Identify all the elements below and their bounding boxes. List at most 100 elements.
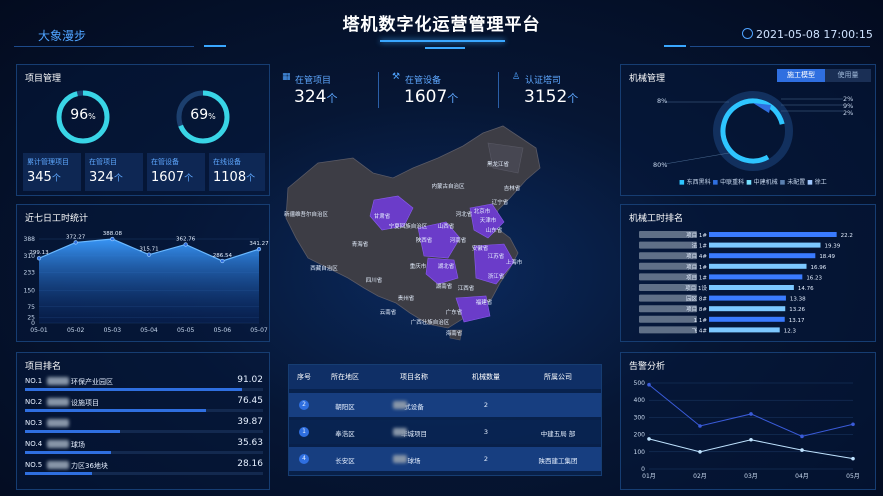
x-tick-label: 02月 [693, 473, 707, 480]
top-stat-operators: ♙ 认证塔司 3152个 [512, 70, 604, 114]
rank-item[interactable]: NO.1 环保产业园区 91.02 [25, 375, 263, 395]
bar [709, 327, 780, 333]
y-tick-label: 233 [24, 270, 36, 277]
bar [709, 285, 794, 290]
blurred-cell [393, 455, 407, 463]
y-tick-label: 400 [634, 397, 646, 404]
work-hours-title: 近七日工时统计 [25, 214, 89, 224]
province-label: 江苏省 [488, 252, 505, 260]
x-tick-label: 05-02 [67, 327, 85, 334]
bar [709, 274, 803, 280]
value-label: 13.17 [789, 318, 805, 324]
rank-item[interactable]: NO.3 39.87 [25, 417, 263, 437]
y-tick-label: 0 [641, 466, 645, 473]
rank-item[interactable]: NO.5 力区36地块 28.16 [25, 459, 263, 479]
blurred-label [639, 315, 697, 323]
stat-unit: 个 [113, 174, 123, 184]
stat-unit: 个 [184, 174, 194, 184]
blurred-cell [393, 401, 407, 409]
blurred-name [47, 440, 69, 448]
project-table: 序号 所在地区 项目名称 机械数量 所属公司 2 朝阳区 式设备 2 1 奉浩区 华城项目 3 中建五局… [288, 364, 602, 476]
rank-bar-fill [25, 430, 121, 433]
rank-value: 39.87 [237, 417, 263, 427]
stat-online-devices: 在线设备 1108个 [209, 153, 265, 191]
x-tick-label: 03月 [744, 473, 758, 480]
alarm-panel: 告警分析 0 100 200 300 400 500 01月 02月 03月 04月 05月 [620, 352, 876, 490]
ring1-value: 96 [70, 107, 89, 123]
province-label: 新疆维吾尔自治区 [284, 210, 329, 218]
legend-item: 徐工 [814, 179, 827, 186]
grid-icon: ▦ [282, 72, 291, 82]
ring2-value: 69 [190, 107, 209, 123]
blurred-name [47, 377, 69, 385]
data-point [647, 382, 651, 387]
table-cell: 球场 [407, 457, 421, 465]
project-mgmt-panel: 项目管理 96% 69% 累计管理项目 345个 在管项目 324个 在管设备 … [16, 64, 270, 196]
rank-no: NO.5 [25, 461, 43, 469]
rank-name: 环保产业园区 [71, 378, 113, 386]
province-label: 黑龙江省 [487, 160, 510, 168]
top-stat-label: 在管设备 [405, 76, 442, 86]
x-tick-label: 05-01 [30, 327, 48, 334]
category-label: 飞 4# [692, 327, 708, 334]
top-stat-value: 1607 [404, 87, 448, 107]
province-label: 天津市 [480, 216, 497, 224]
y-tick-label: 500 [634, 380, 646, 387]
province-label: 山西省 [438, 222, 455, 230]
rank-value: 35.63 [237, 438, 263, 448]
series-line [648, 438, 854, 460]
y-tick-label: 200 [634, 432, 646, 439]
rank-item[interactable]: NO.4 球场 35.63 [25, 438, 263, 458]
rank-value: 76.45 [237, 396, 263, 406]
rank-no: NO.1 [25, 377, 43, 385]
tab-usage[interactable]: 使用量 [825, 69, 871, 82]
rank-name: 设施项目 [71, 399, 99, 407]
rank-bar-fill [25, 451, 111, 454]
stat-label: 累计管理项目 [27, 158, 69, 166]
top-stat-label: 认证塔司 [525, 76, 562, 86]
machine-hours-title: 机械工时排名 [629, 214, 684, 224]
series-line [648, 384, 854, 437]
x-tick-label: 04月 [795, 473, 809, 480]
y-tick-label: 150 [24, 288, 36, 295]
stat-divider [378, 72, 379, 108]
china-map: 新疆维吾尔自治区西藏自治区 青海省 甘肃省四川省云南省 内蒙古自治区 黑龙江省吉林省辽宁… [284, 125, 541, 341]
table-row[interactable]: 4 长安区 球场 2 陕西建工集团 [289, 447, 601, 471]
top-stat-value: 324 [294, 87, 327, 107]
data-label: 286.54 [213, 253, 233, 259]
province-label: 北京市 [474, 207, 491, 215]
province-label: 浙江省 [488, 272, 505, 280]
top-stats: ▦ 在管项目 324个 ⚒ 在管设备 1607个 ♙ 认证塔司 3152个 [282, 70, 604, 114]
ring1-value-wrap: 96% [55, 107, 111, 123]
rank-name: 力区36地块 [71, 462, 108, 470]
bar [709, 306, 786, 312]
tab-construction-model[interactable]: 施工模型 [777, 69, 825, 82]
alarm-chart: 0 100 200 300 400 500 01月 02月 03月 04月 05月 [634, 380, 860, 480]
data-label: 341.27 [249, 241, 269, 247]
category-label: 项目 1# [686, 232, 707, 239]
legend-item: 东西黑科 [686, 179, 711, 186]
ring1-unit: % [88, 112, 96, 121]
province-label: 福建省 [476, 298, 493, 306]
value-label: 14.76 [798, 286, 814, 292]
table-row[interactable]: 1 奉浩区 华城项目 3 中建五局 部 [289, 420, 601, 444]
table-cell: 朝阳区 [335, 403, 355, 411]
category-label: 项目 8# [686, 306, 707, 313]
x-tick-label: 05-05 [177, 327, 195, 334]
rank-item[interactable]: NO.2 设施项目 76.45 [25, 396, 263, 416]
stat-value: 1108 [213, 170, 247, 185]
table-row[interactable]: 2 朝阳区 式设备 2 [289, 393, 601, 417]
category-label: 法 1# [692, 242, 708, 250]
data-label: 362.76 [176, 236, 196, 242]
bar [709, 253, 816, 259]
data-point [73, 240, 78, 245]
header-accent-right [664, 45, 686, 47]
work-hours-panel: 近七日工时统计 0 25 75 150 233 310 388 299.13 05-01 372.… [16, 204, 270, 342]
top-stat-projects: ▦ 在管项目 324个 [282, 70, 382, 114]
province-label: 广西壮族自治区 [411, 318, 450, 326]
data-point [220, 258, 225, 264]
province-label: 湖南省 [436, 282, 453, 290]
value-label: 16.23 [806, 275, 822, 281]
rank-value: 28.16 [237, 459, 263, 469]
province-label: 河南省 [450, 236, 467, 244]
